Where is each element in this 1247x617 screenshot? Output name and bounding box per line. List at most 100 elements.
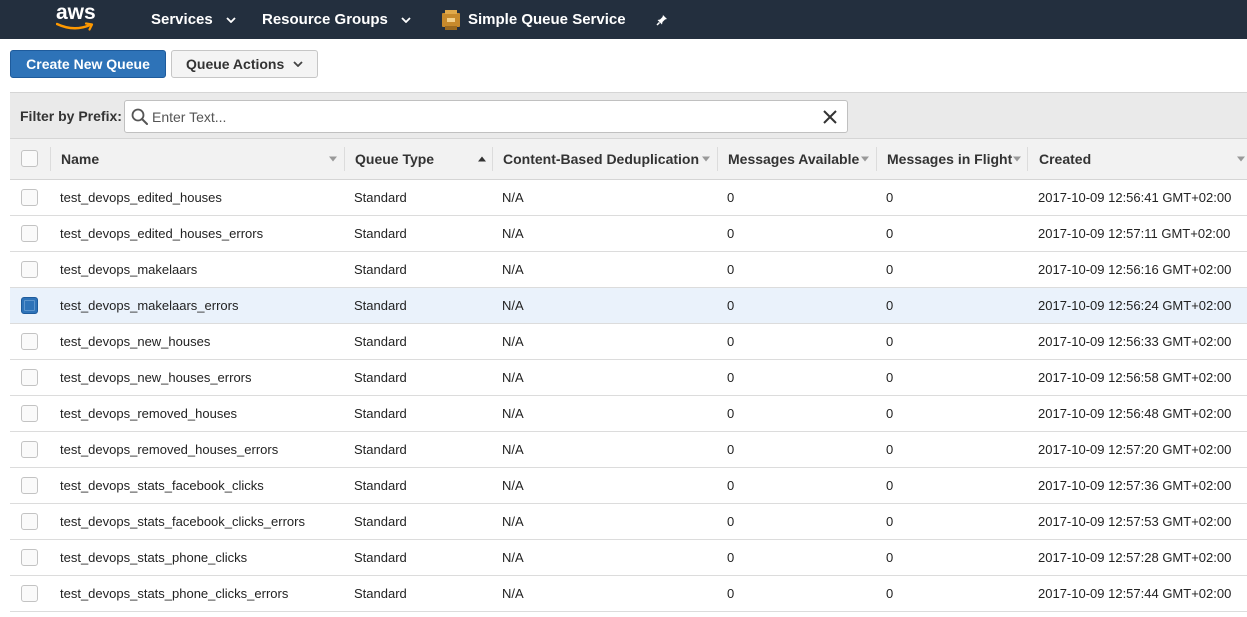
table-row[interactable]: test_devops_new_houses Standard N/A 0 0 2017-… bbox=[10, 324, 1247, 360]
queue-name-cell: test_devops_removed_houses_errors bbox=[60, 442, 279, 457]
search-icon bbox=[131, 108, 148, 125]
column-header-dedup[interactable]: Content-Based Deduplication bbox=[503, 139, 699, 179]
filter-field[interactable] bbox=[124, 100, 848, 133]
row-checkbox[interactable] bbox=[21, 549, 38, 566]
dedup-cell: N/A bbox=[502, 334, 524, 349]
queue-type-cell: Standard bbox=[354, 298, 407, 313]
queue-type-cell: Standard bbox=[354, 406, 407, 421]
chevron-down-icon bbox=[226, 17, 236, 24]
top-nav-bar: aws Services Resource Groups Simple Queu… bbox=[0, 0, 1247, 39]
messages-available-cell: 0 bbox=[727, 550, 735, 565]
created-cell: 2017-10-09 12:56:16 GMT+02:00 bbox=[1038, 262, 1232, 277]
queue-type-cell: Standard bbox=[354, 478, 407, 493]
messages-in-flight-cell: 0 bbox=[886, 550, 894, 565]
row-checkbox[interactable] bbox=[21, 405, 38, 422]
dedup-cell: N/A bbox=[502, 550, 524, 565]
clear-icon[interactable] bbox=[823, 110, 837, 124]
sort-up-icon[interactable] bbox=[478, 139, 486, 179]
dedup-cell: N/A bbox=[502, 478, 524, 493]
queue-name-cell: test_devops_edited_houses_errors bbox=[60, 226, 264, 241]
queue-name-cell: test_devops_edited_houses bbox=[60, 190, 222, 205]
queue-type-cell: Standard bbox=[354, 190, 407, 205]
dedup-cell: N/A bbox=[502, 226, 524, 241]
created-cell: 2017-10-09 12:56:41 GMT+02:00 bbox=[1038, 190, 1232, 205]
row-checkbox[interactable] bbox=[21, 297, 38, 314]
table-row[interactable]: test_devops_stats_facebook_clicks Standar… bbox=[10, 468, 1247, 504]
column-divider bbox=[50, 147, 51, 171]
row-checkbox[interactable] bbox=[21, 441, 38, 458]
sort-down-icon[interactable] bbox=[329, 139, 337, 179]
messages-available-cell: 0 bbox=[727, 334, 735, 349]
created-cell: 2017-10-09 12:57:28 GMT+02:00 bbox=[1038, 550, 1232, 565]
table-row[interactable]: test_devops_edited_houses Standard N/A 0 0 20… bbox=[10, 180, 1247, 216]
services-menu[interactable]: Services bbox=[151, 10, 236, 30]
row-checkbox[interactable] bbox=[21, 513, 38, 530]
messages-in-flight-cell: 0 bbox=[886, 262, 894, 277]
row-checkbox[interactable] bbox=[21, 477, 38, 494]
messages-available-cell: 0 bbox=[727, 262, 735, 277]
pin-icon[interactable] bbox=[656, 12, 670, 26]
column-header-messages-in-flight[interactable]: Messages in Flight bbox=[887, 139, 1012, 179]
filter-bar: Filter by Prefix: bbox=[10, 92, 1247, 138]
aws-logo-text: aws bbox=[56, 1, 96, 24]
column-header-created[interactable]: Created bbox=[1039, 139, 1091, 179]
chevron-down-icon bbox=[401, 17, 411, 24]
queue-name-cell: test_devops_removed_houses bbox=[60, 406, 238, 421]
messages-available-cell: 0 bbox=[727, 370, 735, 385]
filter-input[interactable] bbox=[150, 105, 814, 129]
sort-down-icon[interactable] bbox=[1237, 139, 1245, 179]
queue-type-cell: Standard bbox=[354, 370, 407, 385]
service-name-link[interactable]: Simple Queue Service bbox=[468, 10, 626, 30]
table-row[interactable]: test_devops_stats_facebook_clicks_errors… bbox=[10, 504, 1247, 540]
created-cell: 2017-10-09 12:56:58 GMT+02:00 bbox=[1038, 370, 1232, 385]
sort-down-icon[interactable] bbox=[702, 139, 710, 179]
column-divider bbox=[1027, 147, 1028, 171]
table-row[interactable]: test_devops_stats_phone_clicks_errors Sta… bbox=[10, 576, 1247, 612]
table-row[interactable]: test_devops_makelaars Standard N/A 0 0 2017-1… bbox=[10, 252, 1247, 288]
column-divider bbox=[492, 147, 493, 171]
row-checkbox[interactable] bbox=[21, 189, 38, 206]
dedup-cell: N/A bbox=[502, 514, 524, 529]
column-header-name[interactable]: Name bbox=[61, 139, 99, 179]
row-checkbox[interactable] bbox=[21, 333, 38, 350]
row-checkbox[interactable] bbox=[21, 369, 38, 386]
messages-in-flight-cell: 0 bbox=[886, 406, 894, 421]
row-checkbox[interactable] bbox=[21, 225, 38, 242]
messages-available-cell: 0 bbox=[727, 406, 735, 421]
resource-groups-menu[interactable]: Resource Groups bbox=[262, 10, 411, 30]
dedup-cell: N/A bbox=[502, 262, 524, 277]
table-row[interactable]: test_devops_new_houses_errors Standard N/A… bbox=[10, 360, 1247, 396]
messages-in-flight-cell: 0 bbox=[886, 190, 894, 205]
sort-down-icon[interactable] bbox=[861, 139, 869, 179]
queue-name-cell: test_devops_stats_facebook_clicks_errors bbox=[60, 514, 305, 529]
messages-in-flight-cell: 0 bbox=[886, 442, 894, 457]
create-new-queue-button[interactable]: Create New Queue bbox=[10, 50, 166, 78]
table-row[interactable]: test_devops_makelaars_errors Standard N/A 0… bbox=[10, 288, 1247, 324]
messages-in-flight-cell: 0 bbox=[886, 586, 894, 601]
messages-in-flight-cell: 0 bbox=[886, 298, 894, 313]
select-all-checkbox[interactable] bbox=[21, 150, 38, 167]
sort-down-icon[interactable] bbox=[1013, 139, 1021, 179]
table-row[interactable]: test_devops_edited_houses_errors Standard… bbox=[10, 216, 1247, 252]
messages-available-cell: 0 bbox=[727, 514, 735, 529]
column-header-messages-available[interactable]: Messages Available bbox=[728, 139, 859, 179]
table-row[interactable]: test_devops_removed_houses Standard N/A 0 0 2… bbox=[10, 396, 1247, 432]
aws-logo[interactable]: aws bbox=[56, 2, 98, 36]
table-row[interactable]: test_devops_removed_houses_errors Standar… bbox=[10, 432, 1247, 468]
queue-type-cell: Standard bbox=[354, 262, 407, 277]
column-divider bbox=[876, 147, 877, 171]
queue-name-cell: test_devops_new_houses bbox=[60, 334, 211, 349]
created-cell: 2017-10-09 12:57:36 GMT+02:00 bbox=[1038, 478, 1232, 493]
row-checkbox[interactable] bbox=[21, 261, 38, 278]
column-header-queue-type[interactable]: Queue Type bbox=[355, 139, 434, 179]
table-row[interactable]: test_devops_stats_phone_clicks Standard N/… bbox=[10, 540, 1247, 576]
created-cell: 2017-10-09 12:57:53 GMT+02:00 bbox=[1038, 514, 1232, 529]
messages-in-flight-cell: 0 bbox=[886, 478, 894, 493]
queue-type-cell: Standard bbox=[354, 226, 407, 241]
queue-actions-button[interactable]: Queue Actions bbox=[171, 50, 318, 78]
created-cell: 2017-10-09 12:57:44 GMT+02:00 bbox=[1038, 586, 1232, 601]
messages-available-cell: 0 bbox=[727, 226, 735, 241]
messages-in-flight-cell: 0 bbox=[886, 226, 894, 241]
row-checkbox[interactable] bbox=[21, 585, 38, 602]
queue-type-cell: Standard bbox=[354, 514, 407, 529]
